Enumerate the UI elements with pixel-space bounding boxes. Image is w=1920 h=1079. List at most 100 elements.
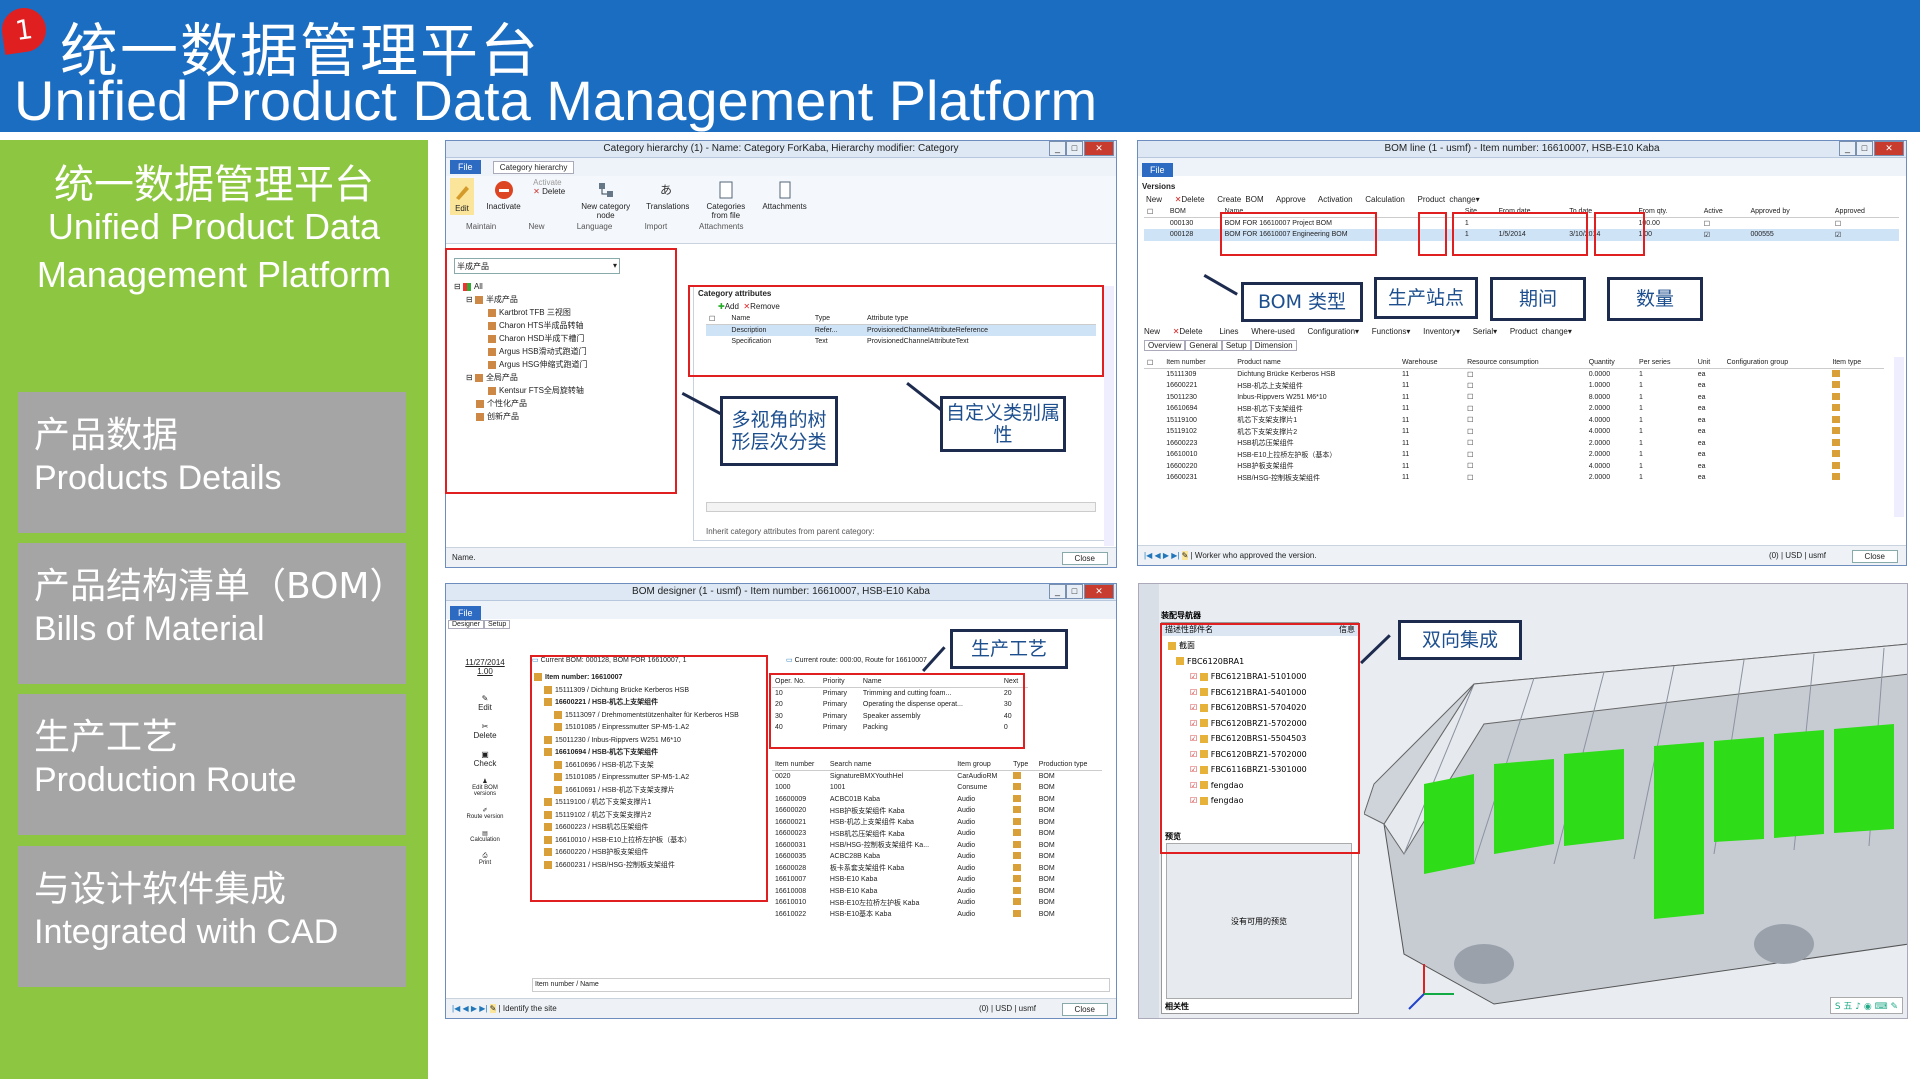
item-search-footer[interactable]: Item number / Name [532,978,1110,992]
module-products: 产品数据 Products Details [18,392,406,533]
pencil-icon[interactable]: ✎ [489,1004,497,1013]
print-button[interactable]: ⎙ Print [464,853,506,866]
attachments-button[interactable]: Attachments [762,178,807,211]
table-row[interactable]: 15119100 机芯下支架支撑片1 11 ☐ 4.0000 1 ea [1144,415,1884,427]
close-button[interactable]: Close [1851,550,1898,563]
horizontal-scrollbar[interactable] [706,502,1096,512]
minimize-button[interactable]: _ [1049,584,1066,599]
tab-category-hierarchy[interactable]: Category hierarchy [492,161,575,174]
maximize-button[interactable]: □ [1856,141,1873,156]
tab-designer[interactable]: Designer [448,620,485,629]
close-button[interactable]: Close [1061,1003,1108,1016]
check-button[interactable]: ▣ Check [464,750,506,768]
product-change-button[interactable]: Product change [1510,327,1568,336]
pencil-icon [456,186,469,200]
table-row[interactable]: 16610010 HSB-E10左拉桥左护板 Kaba Audio BOM [772,897,1102,909]
maximize-button[interactable]: □ [1066,584,1083,599]
categories-from-file-button[interactable]: Categories from file [702,178,750,220]
activate-button[interactable]: Activate ✕ Delete [533,178,565,196]
bom-line-window: BOM line (1 - usmf) - Item number: 16610… [1137,140,1907,566]
new-button[interactable]: New [1144,327,1160,336]
navigator-title: 装配导航器 [1161,611,1201,620]
lines-button[interactable]: Lines [1219,327,1238,336]
product-change-button[interactable]: Product change [1418,195,1476,204]
inventory-button[interactable]: Inventory [1423,327,1456,336]
date-field[interactable]: 11/27/2014 [464,658,506,667]
ime-toolbar[interactable]: S 五 ♪ ◉ ⌨ ✎ [1829,997,1903,1014]
edit-button[interactable]: ✎ Edit [464,694,506,712]
table-row[interactable]: 16610022 HSB-E10基本 Kaba Audio BOM [772,909,1102,921]
serial-button[interactable]: Serial [1473,327,1493,336]
route-version-button[interactable]: ✐ Route version [464,807,506,820]
edit-bom-versions-button[interactable]: ♟ Edit BOM versions [464,778,506,797]
table-row[interactable]: 16600028 板卡系套支架组件 Kaba Audio BOM [772,863,1102,875]
create-bom-button[interactable]: Create BOM [1217,195,1263,204]
vertical-scrollbar[interactable] [1104,286,1114,546]
table-row[interactable]: 16610007 HSB-E10 Kaba Audio BOM [772,874,1102,886]
table-row[interactable]: 15011230 Inbus-Rippvers W251 M6*10 11 ☐ 8.00… [1144,392,1884,404]
table-row[interactable]: 16600221 HSB-机芯上支架组件 11 ☐ 1.0000 1 ea [1144,380,1884,392]
vertical-scrollbar[interactable] [1894,357,1904,517]
minimize-button[interactable]: _ [1839,141,1856,156]
left-title-en-2: Management Platform [36,254,392,295]
file-menu[interactable]: File [1142,163,1173,177]
close-icon[interactable]: ✕ [1084,141,1114,156]
new-category-node-button[interactable]: New category node [578,178,634,220]
activation-button[interactable]: Activation [1318,195,1353,204]
table-row[interactable]: 16600220 HSB护板支架组件 11 ☐ 4.0000 1 ea [1144,461,1884,473]
window-title: BOM line (1 - usmf) - Item number: 16610… [1384,143,1660,154]
nav-arrows-icon[interactable]: |◀ ◀ ▶ ▶| [1144,551,1179,560]
close-icon[interactable]: ✕ [1874,141,1904,156]
tab-setup[interactable]: Setup [1221,340,1251,351]
delete-button[interactable]: Delete [542,187,565,196]
configuration-button[interactable]: Configuration [1307,327,1355,336]
table-row[interactable]: 16600023 HSB机芯压架组件 Kaba Audio BOM [772,828,1102,840]
new-button[interactable]: New [1146,195,1162,204]
calculation-button[interactable]: Calculation [1365,195,1405,204]
item-table: Item number Search name Item group Type Prod… [772,759,1102,920]
table-row[interactable]: 15111309 Dichtung Brücke Kerberos HSB 11 ☐ 0… [1144,369,1884,381]
table-row[interactable]: 0020 SignatureBMXYouthHel CarAudioRM BOM [772,771,1102,783]
close-icon[interactable]: ✕ [1084,584,1114,599]
table-row[interactable]: 16600021 HSB-机芯上支架组件 Kaba Audio BOM [772,817,1102,829]
module-route: 生产工艺 Production Route [18,694,406,835]
tab-general[interactable]: General [1185,340,1222,351]
inactivate-button[interactable]: Inactivate [486,178,521,211]
delete-button[interactable]: ✂ Delete [464,722,506,740]
table-row[interactable]: 16600009 ACBC01B Kaba Audio BOM [772,794,1102,806]
callout-quantity: 数量 [1607,277,1703,321]
table-row[interactable]: 16600031 HSB/HSG-控制板支架组件 Ka... Audio BOM [772,840,1102,852]
file-menu[interactable]: File [450,160,481,174]
translations-button[interactable]: あ Translations [646,178,689,211]
table-row[interactable]: 15119102 机芯下支架支撑片2 11 ☐ 4.0000 1 ea [1144,426,1884,438]
nav-arrows-icon[interactable]: |◀ ◀ ▶ ▶| [452,1004,487,1013]
maximize-button[interactable]: □ [1066,141,1083,156]
module-en: Bills of Material [34,610,265,648]
qty-field[interactable]: 1.00 [464,667,506,676]
table-row[interactable]: 1000 1001 Consume BOM [772,782,1102,794]
calculation-button[interactable]: ▤ Calculation [464,830,506,843]
close-button[interactable]: Close [1061,552,1108,565]
pencil-icon[interactable]: ✎ [1181,551,1189,560]
approve-button[interactable]: Approve [1276,195,1306,204]
where-used-button[interactable]: Where-used [1251,327,1295,336]
table-row[interactable]: 16610008 HSB-E10 Kaba Audio BOM [772,886,1102,898]
table-row[interactable]: 16610010 HSB-E10上拉桥左护板（基本） 11 ☐ 2.0000 1 ea [1144,449,1884,461]
functions-button[interactable]: Functions [1372,327,1407,336]
ribbon-tabs: File [446,601,1116,620]
minimize-button[interactable]: _ [1049,141,1066,156]
tab-dimension[interactable]: Dimension [1250,340,1297,351]
file-menu[interactable]: File [450,606,481,620]
tab-setup[interactable]: Setup [484,620,511,629]
tab-overview[interactable]: Overview [1144,340,1186,351]
preview-area: 没有可用的预览 [1166,843,1352,999]
table-row[interactable]: 16600231 HSB/HSG-控制板支架组件 11 ☐ 2.0000 1 ea [1144,472,1884,484]
edit-button[interactable]: Edit [450,178,474,215]
delete-button[interactable]: Delete [1181,195,1204,204]
paperclip-icon [779,181,791,199]
table-row[interactable]: 16600223 HSB机芯压架组件 11 ☐ 2.0000 1 ea [1144,438,1884,450]
table-row[interactable]: 16600020 HSB护板支架组件 Kaba Audio BOM [772,805,1102,817]
delete-button[interactable]: Delete [1179,327,1202,336]
table-row[interactable]: 16610694 HSB-机芯下支架组件 11 ☐ 2.0000 1 ea [1144,403,1884,415]
table-row[interactable]: 16600035 ACBC28B Kaba Audio BOM [772,851,1102,863]
